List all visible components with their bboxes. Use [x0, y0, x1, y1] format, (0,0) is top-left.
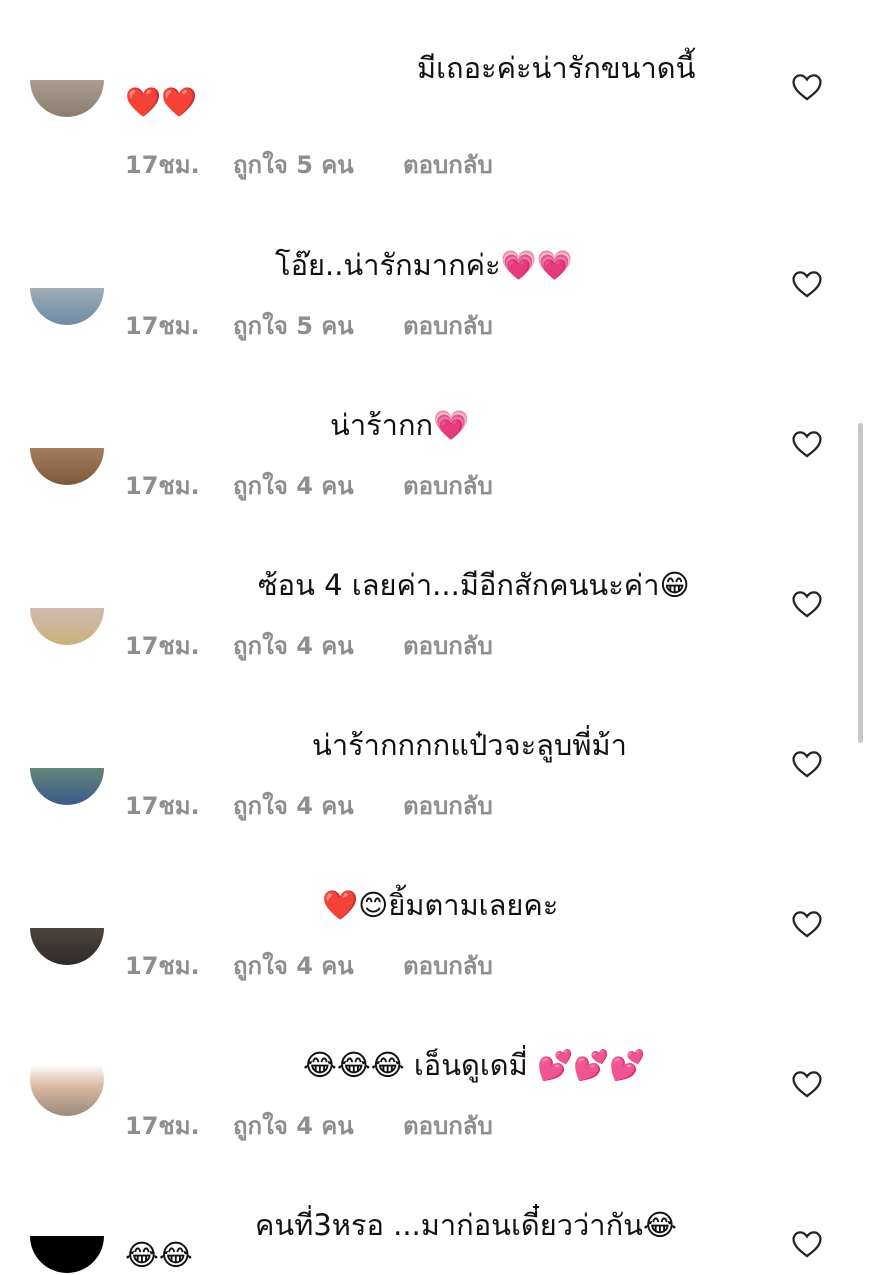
comment-meta: 17ชม. ถูกใจ 4 คน ตอบกลับ: [125, 786, 493, 825]
heart-outline-icon[interactable]: [790, 267, 824, 301]
comment-likes-link[interactable]: ถูกใจ 4 คน: [233, 946, 403, 985]
reply-button[interactable]: ตอบกลับ: [403, 626, 493, 665]
reply-button[interactable]: ตอบกลับ: [403, 1106, 493, 1145]
avatar[interactable]: [30, 448, 104, 485]
comment-text: โอ๊ย..น่ารักมากค่ะ💗💗: [275, 248, 573, 282]
comment-item: 😂😂😂 เอ็นดูเดมี่ 💕💕💕 17ชม. ถูกใจ 4 คน ตอบกล…: [0, 1036, 872, 1196]
comment-item: น่าร้ากกกกแป๋วจะลูบพี่ม้า 17ชม. ถูกใจ 4 ค…: [0, 716, 872, 876]
comment-item: ❤️😊ยิ้มตามเลยคะ 17ชม. ถูกใจ 4 คน ตอบกลับ: [0, 876, 872, 1036]
heart-outline-icon[interactable]: [790, 747, 824, 781]
avatar[interactable]: [30, 1236, 104, 1273]
comment-likes-link[interactable]: ถูกใจ 4 คน: [233, 626, 403, 665]
reply-button[interactable]: ตอบกลับ: [403, 306, 493, 345]
comment-time: 17ชม.: [125, 472, 200, 500]
comment-time: 17ชม.: [125, 151, 200, 179]
comment-time: 17ชม.: [125, 632, 200, 660]
comment-item: น่าร้ากก💗 17ชม. ถูกใจ 4 คน ตอบกลับ: [0, 396, 872, 556]
comment-time: 17ชม.: [125, 1112, 200, 1140]
comment-text: ซ้อน 4 เลยค่า...มีอีกสักคนนะค่า😁: [258, 568, 690, 602]
heart-outline-icon[interactable]: [790, 1067, 824, 1101]
comment-item: ซ้อน 4 เลยค่า...มีอีกสักคนนะค่า😁 17ชม. ถู…: [0, 556, 872, 716]
heart-outline-icon[interactable]: [790, 70, 824, 104]
heart-outline-icon[interactable]: [790, 587, 824, 621]
comment-meta: 17ชม. ถูกใจ 5 คน ตอบกลับ: [125, 306, 493, 345]
avatar[interactable]: [30, 608, 104, 645]
scrollbar[interactable]: [858, 423, 863, 743]
reply-button[interactable]: ตอบกลับ: [403, 786, 493, 825]
comment-text: น่าร้ากกกกแป๋วจะลูบพี่ม้า: [312, 728, 627, 762]
comment-text-line2: ❤️❤️: [125, 85, 198, 119]
comment-text: น่าร้ากก💗: [330, 408, 470, 442]
comment-meta: 17ชม. ถูกใจ 4 คน ตอบกลับ: [125, 466, 493, 505]
comment-text: 😂😂😂 เอ็นดูเดมี่ 💕💕💕: [303, 1048, 646, 1082]
comment-text: มีเถอะค่ะน่ารักขนาดนี้: [417, 51, 696, 85]
comment-likes-link[interactable]: ถูกใจ 4 คน: [233, 466, 403, 505]
avatar[interactable]: [30, 928, 104, 965]
avatar[interactable]: [30, 768, 104, 805]
comment-likes-link[interactable]: ถูกใจ 4 คน: [233, 1106, 403, 1145]
comment-meta: 17ชม. ถูกใจ 4 คน ตอบกลับ: [125, 946, 493, 985]
heart-outline-icon[interactable]: [790, 907, 824, 941]
avatar[interactable]: [30, 1042, 104, 1116]
comment-time: 17ชม.: [125, 792, 200, 820]
reply-button[interactable]: ตอบกลับ: [403, 145, 493, 184]
comment-text: คนที่3หรอ ...มาก่อนเดี๋ยวว่ากัน😂: [255, 1208, 677, 1242]
comment-item: โอ๊ย..น่ารักมากค่ะ💗💗 17ชม. ถูกใจ 5 คน ตอบก…: [0, 236, 872, 396]
avatar[interactable]: [30, 80, 104, 117]
comment-text-line2: 😂😂: [125, 1238, 193, 1272]
avatar[interactable]: [30, 288, 104, 325]
heart-outline-icon[interactable]: [790, 1227, 824, 1261]
comment-meta: 17ชม. ถูกใจ 4 คน ตอบกลับ: [125, 1106, 493, 1145]
comment-likes-link[interactable]: ถูกใจ 5 คน: [233, 306, 403, 345]
comment-meta: 17ชม. ถูกใจ 4 คน ตอบกลับ: [125, 626, 493, 665]
comment-item: มีเถอะค่ะน่ารักขนาดนี้ ❤️❤️ 17ชม. ถูกใจ 5…: [0, 40, 872, 200]
reply-button[interactable]: ตอบกลับ: [403, 946, 493, 985]
comment-item: คนที่3หรอ ...มาก่อนเดี๋ยวว่ากัน😂 😂😂: [0, 1196, 872, 1275]
comment-meta: 17ชม. ถูกใจ 5 คน ตอบกลับ: [125, 145, 493, 184]
comment-text: ❤️😊ยิ้มตามเลยคะ: [322, 888, 559, 922]
heart-outline-icon[interactable]: [790, 427, 824, 461]
comment-time: 17ชม.: [125, 952, 200, 980]
comment-likes-link[interactable]: ถูกใจ 5 คน: [233, 145, 403, 184]
comment-likes-link[interactable]: ถูกใจ 4 คน: [233, 786, 403, 825]
reply-button[interactable]: ตอบกลับ: [403, 466, 493, 505]
comment-time: 17ชม.: [125, 312, 200, 340]
